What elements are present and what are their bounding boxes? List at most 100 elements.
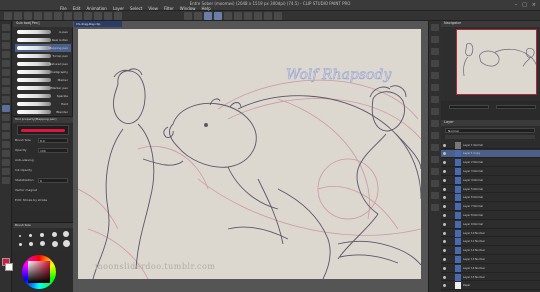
eye-icon[interactable] — [443, 213, 446, 217]
brush-item[interactable]: Blender — [15, 108, 71, 116]
eye-icon[interactable] — [443, 152, 446, 156]
eye-icon[interactable] — [443, 284, 446, 288]
layer-row[interactable]: Layer 14 Normal — [441, 264, 540, 273]
command-button[interactable] — [54, 12, 62, 20]
command-button[interactable] — [194, 12, 202, 20]
eye-icon[interactable] — [443, 257, 446, 261]
command-button[interactable] — [224, 12, 232, 20]
tool-button[interactable] — [2, 78, 10, 85]
command-button[interactable] — [84, 12, 92, 20]
layer-row[interactable]: Layer 1 Copy — [441, 149, 540, 159]
command-button[interactable] — [274, 12, 282, 20]
brush-size-dot[interactable] — [63, 231, 69, 237]
tool-button[interactable] — [2, 87, 10, 94]
tool-button[interactable] — [2, 24, 10, 31]
layer-row[interactable]: Layer 12 Normal — [441, 247, 540, 255]
side-panel-icon[interactable] — [431, 192, 439, 199]
tool-button[interactable] — [2, 132, 10, 139]
side-panel-icon[interactable] — [431, 120, 439, 127]
side-panel-icon[interactable] — [431, 180, 439, 187]
brush-size-dot[interactable] — [52, 232, 57, 237]
maximize-icon[interactable]: □ — [522, 2, 527, 8]
brush-size-dot[interactable] — [29, 234, 32, 237]
side-panel-icon[interactable] — [431, 84, 439, 91]
brush-size-dot[interactable] — [40, 233, 44, 237]
command-button[interactable] — [34, 12, 42, 20]
eye-icon[interactable] — [443, 161, 446, 165]
command-button[interactable] — [64, 12, 72, 20]
tool-button[interactable] — [2, 141, 10, 148]
side-panel-icon[interactable] — [431, 204, 439, 211]
eye-icon[interactable] — [443, 143, 446, 147]
layer-row[interactable]: Layer 2 Normal — [441, 159, 540, 167]
layer-row[interactable]: Layer 6 Normal — [441, 194, 540, 203]
zoom-slider[interactable] — [449, 105, 489, 109]
command-button[interactable] — [264, 12, 272, 20]
brush-item[interactable]: Marker pen — [15, 84, 71, 92]
document-tab[interactable]: CS-drag-Ray.clip — [74, 21, 122, 27]
brush-item[interactable]: Marker — [15, 76, 71, 84]
eye-icon[interactable] — [443, 196, 446, 200]
tool-button[interactable] — [2, 69, 10, 76]
minimize-icon[interactable]: – — [515, 2, 518, 8]
property-value[interactable]: 8.0 — [38, 138, 68, 143]
command-button[interactable] — [24, 12, 32, 20]
layer-row[interactable]: Layer 13 Normal — [441, 255, 540, 264]
command-button[interactable] — [94, 12, 102, 20]
color-saturation-square[interactable] — [28, 261, 50, 283]
command-button[interactable] — [204, 12, 212, 20]
command-button[interactable] — [244, 12, 252, 20]
property-value[interactable]: 100 — [38, 148, 68, 153]
eye-icon[interactable] — [443, 169, 446, 173]
tool-button[interactable] — [2, 177, 10, 184]
tool-button[interactable] — [2, 96, 10, 103]
tool-button[interactable] — [2, 60, 10, 67]
side-panel-icon[interactable] — [431, 132, 439, 139]
tool-button[interactable] — [2, 42, 10, 49]
command-button[interactable] — [234, 12, 242, 20]
layer-row[interactable]: Layer 4 Normal — [441, 176, 540, 185]
command-button[interactable] — [214, 12, 222, 20]
layer-row[interactable]: Layer 1 Normal — [441, 141, 540, 150]
brush-item[interactable]: Calligraphy — [15, 68, 71, 76]
command-button[interactable] — [254, 12, 262, 20]
brush-size-dot[interactable] — [29, 242, 33, 246]
navigator-thumbnail[interactable] — [456, 29, 537, 95]
tool-button[interactable] — [2, 168, 10, 175]
command-button[interactable] — [4, 12, 12, 20]
property-value[interactable]: 6 — [38, 178, 68, 183]
brush-size-dot[interactable] — [19, 243, 22, 246]
rotate-slider[interactable] — [496, 105, 536, 109]
command-button[interactable] — [184, 12, 192, 20]
blend-mode-select[interactable]: Normal — [445, 128, 535, 133]
layer-row[interactable]: Layer 15 Normal — [441, 273, 540, 282]
eye-icon[interactable] — [443, 231, 446, 235]
eye-icon[interactable] — [443, 187, 446, 191]
eye-icon[interactable] — [443, 275, 446, 279]
side-panel-icon[interactable] — [431, 144, 439, 151]
brush-item[interactable]: Mapping pen — [15, 44, 71, 52]
brush-item[interactable]: Hard — [15, 100, 71, 108]
tool-button[interactable] — [2, 123, 10, 130]
command-button[interactable] — [14, 12, 22, 20]
tool-button[interactable] — [2, 150, 10, 157]
eye-icon[interactable] — [443, 222, 446, 226]
side-panel-icon[interactable] — [431, 72, 439, 79]
sub-color-swatch[interactable] — [5, 263, 13, 271]
eye-icon[interactable] — [443, 178, 446, 182]
command-button[interactable] — [44, 12, 52, 20]
brush-item[interactable]: Real G-Pen — [15, 36, 71, 44]
layer-row[interactable]: Layer 3 Normal — [441, 167, 540, 176]
tool-button[interactable] — [2, 159, 10, 166]
eye-icon[interactable] — [443, 249, 446, 253]
brush-size-dot[interactable] — [19, 235, 21, 237]
tool-button[interactable] — [2, 114, 10, 121]
command-button[interactable] — [104, 12, 112, 20]
layer-row[interactable]: Layer 8 Normal — [441, 211, 540, 220]
tool-button[interactable] — [2, 51, 10, 58]
layer-row[interactable]: Layer 9 Normal — [441, 220, 540, 229]
layer-opacity-slider[interactable] — [445, 135, 535, 139]
brush-size-dot[interactable] — [63, 240, 70, 247]
layer-row[interactable]: Paper — [441, 282, 540, 291]
tool-button[interactable] — [2, 105, 10, 112]
